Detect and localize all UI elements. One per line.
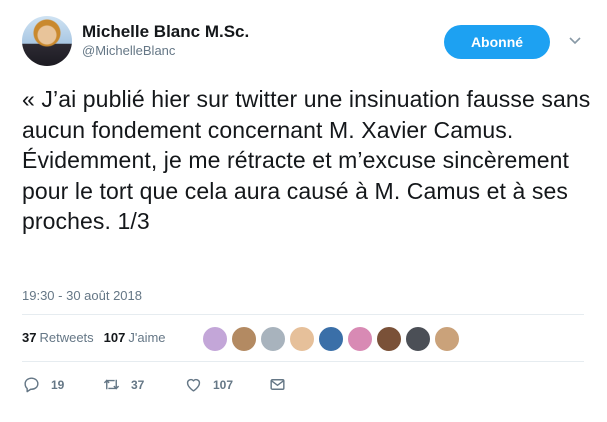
like-icon: [186, 378, 201, 392]
liker-avatar[interactable]: [318, 326, 344, 352]
reply-icon: [24, 377, 39, 393]
retweet-icon: [103, 379, 120, 390]
follow-button[interactable]: Abonné: [444, 25, 550, 59]
avatar[interactable]: [22, 16, 72, 66]
retweet-count: 37: [131, 377, 145, 392]
liker-avatar[interactable]: [347, 326, 373, 352]
direct-message-button[interactable]: [268, 375, 287, 394]
retweets-stat[interactable]: 37 Retweets: [22, 330, 94, 345]
tweet-stats: 37 Retweets 107 J'aime: [22, 330, 176, 345]
liker-avatars: [202, 326, 463, 352]
direct-message-icon: [270, 379, 285, 390]
tweet-timestamp[interactable]: 19:30 - 30 août 2018: [22, 288, 142, 303]
liker-avatar[interactable]: [260, 326, 286, 352]
liker-avatar[interactable]: [289, 326, 315, 352]
liker-avatar[interactable]: [405, 326, 431, 352]
like-count: 107: [213, 377, 234, 392]
divider: [22, 314, 584, 315]
retweets-label: Retweets: [39, 330, 94, 345]
liker-avatar[interactable]: [434, 326, 460, 352]
user-handle[interactable]: @MichelleBlanc: [82, 43, 175, 58]
likes-count: 107: [103, 330, 126, 345]
likes-stat[interactable]: 107 J'aime: [104, 330, 166, 345]
reply-count: 19: [51, 377, 65, 392]
reply-button[interactable]: 19: [22, 375, 102, 394]
liker-avatar[interactable]: [376, 326, 402, 352]
tweet-text: « J’ai publié hier sur twitter une insin…: [22, 86, 591, 235]
user-name[interactable]: Michelle Blanc M.Sc.: [82, 22, 249, 42]
like-button[interactable]: 107: [184, 375, 268, 394]
retweet-button[interactable]: 37: [102, 375, 184, 394]
likes-label: J'aime: [128, 330, 166, 345]
tweet-actions: 19 37 107: [22, 375, 287, 394]
liker-avatar[interactable]: [202, 326, 228, 352]
divider: [22, 361, 584, 362]
liker-avatar[interactable]: [231, 326, 257, 352]
retweets-count: 37: [22, 330, 37, 345]
chevron-down-icon[interactable]: [568, 34, 582, 48]
